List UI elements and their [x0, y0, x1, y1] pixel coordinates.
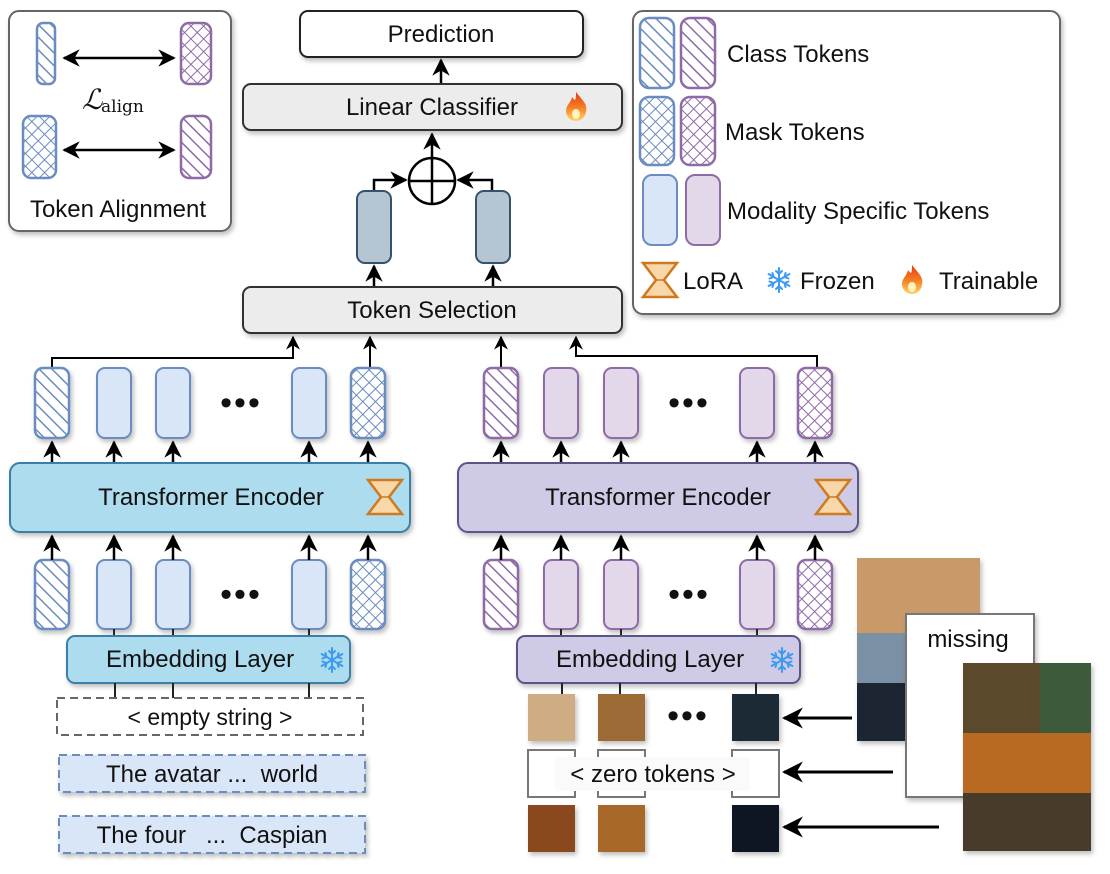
- text-input-avatar-label: The avatar ... world: [106, 761, 318, 788]
- text-class-token-output: [33, 366, 71, 440]
- patch-row1-2: [598, 694, 645, 741]
- token-legend: Class Tokens Mask Tokens Modality Specif…: [632, 10, 1061, 315]
- architecture-diagram: ℒ align Token Alignment Class Tokens Mas…: [0, 0, 1110, 874]
- connector-text-class-to-selection: [51, 335, 300, 368]
- patch-row1-3: [732, 694, 779, 741]
- missing-label: missing: [927, 626, 1008, 653]
- text-input-caspian-label: The four ... Caspian: [97, 822, 328, 849]
- text-mask-token-input: [349, 558, 387, 631]
- legend-mask-token-purple: [679, 95, 717, 167]
- linear-classifier-label: Linear Classifier: [346, 94, 518, 121]
- prediction-label: Prediction: [388, 21, 495, 48]
- legend-modality-tokens-label: Modality Specific Tokens: [727, 198, 989, 225]
- image-modality-token-output: [739, 367, 775, 439]
- image-modality-token-input: [603, 559, 639, 630]
- text-mask-token-output: [349, 366, 387, 440]
- text-modality-token-output: [155, 367, 191, 439]
- text-modality-token-input: [155, 559, 191, 630]
- image-class-token-output: [482, 366, 520, 440]
- legend-class-tokens-label: Class Tokens: [727, 41, 869, 68]
- legend-class-token-blue: [638, 16, 676, 90]
- text-modality-token-input: [96, 559, 132, 630]
- image-modality-token-input: [739, 559, 775, 630]
- legend-modality-token-blue: [642, 174, 678, 246]
- text-class-token-input: [33, 558, 71, 631]
- selected-token-text: [356, 190, 392, 264]
- mask-token-text: [21, 114, 58, 180]
- patch-row3-1: [528, 805, 575, 852]
- image-mask-token-output: [796, 366, 834, 440]
- patch-row3-3: [732, 805, 779, 852]
- selected-token-image: [475, 190, 511, 264]
- text-modality-token-input: [291, 559, 327, 630]
- zero-tokens-label: < zero tokens >: [570, 761, 735, 788]
- legend-trainable-label: Trainable: [939, 268, 1038, 295]
- patch-ellipsis: •••: [667, 697, 709, 735]
- token-alignment-legend: ℒ align Token Alignment: [8, 10, 232, 232]
- legend-frozen-label: Frozen: [800, 268, 875, 295]
- legend-mask-tokens-label: Mask Tokens: [725, 119, 865, 146]
- patch-row3-2: [598, 805, 645, 852]
- image-modality-token-input: [543, 559, 579, 630]
- poster-narnia: [963, 663, 1091, 851]
- image-modality-token-output: [603, 367, 639, 439]
- image-mask-token-input: [796, 558, 834, 631]
- text-token-ellipsis: •••: [220, 576, 262, 614]
- legend-mask-token-blue: [638, 95, 676, 167]
- text-embedding-label: Embedding Layer: [106, 646, 294, 673]
- mask-token-image: [179, 21, 213, 86]
- connector-image-mask-to-selection: [569, 335, 818, 368]
- legend-modality-token-purple: [685, 174, 721, 246]
- loss-subscript: align: [101, 97, 144, 117]
- image-encoder-label: Transformer Encoder: [545, 484, 771, 511]
- text-modality-token-output: [291, 367, 327, 439]
- token-selection-label: Token Selection: [347, 297, 516, 324]
- legend-class-token-purple: [679, 16, 717, 90]
- image-patches: < zero tokens > •••: [527, 683, 780, 852]
- zero-token-row: < zero tokens >: [527, 749, 780, 798]
- image-embedding-label: Embedding Layer: [556, 646, 744, 673]
- token-alignment-title: Token Alignment: [30, 196, 206, 223]
- class-token-text: [35, 21, 57, 86]
- image-token-ellipsis: •••: [668, 384, 710, 422]
- empty-string-label: < empty string >: [128, 704, 293, 730]
- text-modality-token-output: [96, 367, 132, 439]
- image-modality-token-output: [543, 367, 579, 439]
- legend-lora-label: LoRA: [683, 268, 743, 295]
- loss-symbol: ℒ: [82, 83, 103, 116]
- class-token-image: [179, 114, 213, 180]
- text-inputs: < empty string > The avatar ... world Th…: [56, 683, 366, 854]
- concat-sum-node: [407, 156, 457, 206]
- image-token-ellipsis: •••: [668, 576, 710, 614]
- arrow-right-to-sum: [456, 171, 494, 191]
- diagram-canvas: ℒ align Token Alignment Class Tokens Mas…: [8, 10, 1091, 854]
- text-encoder-label: Transformer Encoder: [98, 484, 324, 511]
- arrow-left-to-sum: [372, 171, 408, 191]
- text-token-ellipsis: •••: [220, 384, 262, 422]
- image-class-token-input: [482, 558, 520, 631]
